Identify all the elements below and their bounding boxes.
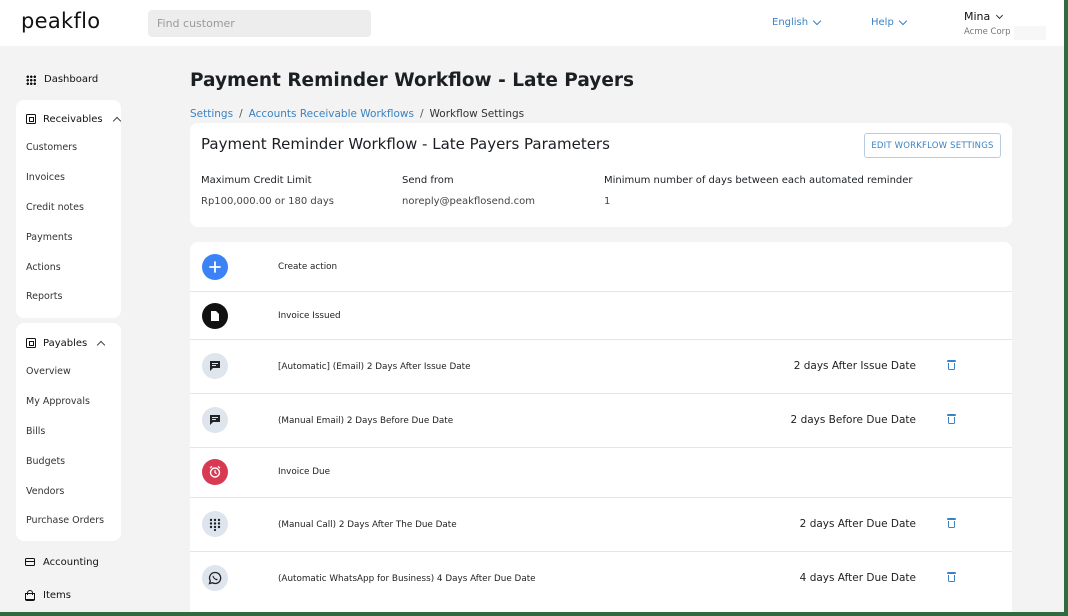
workflow-parameters-card: Payment Reminder Workflow - Late Payers … [190, 123, 1012, 227]
sidebar-item-budgets[interactable]: Budgets [16, 446, 121, 476]
language-label: English [772, 17, 809, 28]
user-organization: Acme Corp [964, 27, 1011, 37]
sidebar-item-overview[interactable]: Overview [16, 357, 121, 387]
help-menu[interactable]: Help [871, 16, 908, 28]
param-value: 1 [604, 196, 611, 207]
sidebar-section-receivables[interactable]: Receivables [16, 109, 121, 129]
workflow-steps-list: Create action Invoice Issued [Automatic]… [190, 242, 1012, 612]
step-label: (Manual Call) 2 Days After The Due Date [278, 520, 457, 530]
basket-icon [25, 590, 35, 601]
chat-icon [202, 353, 228, 379]
chevron-up-icon [112, 116, 121, 125]
chevron-down-icon [996, 11, 1004, 19]
step-timing: 2 days After Due Date [799, 518, 916, 530]
grid-icon [26, 74, 36, 85]
chevron-down-icon [898, 16, 908, 26]
breadcrumb-separator: / [239, 108, 243, 120]
step-label: (Automatic WhatsApp for Business) 4 Days… [278, 574, 536, 584]
chat-icon [202, 407, 228, 433]
step-invoice-due: Invoice Due [190, 448, 1012, 498]
breadcrumb-workflows[interactable]: Accounts Receivable Workflows [249, 108, 414, 120]
receivables-icon [26, 114, 36, 124]
sidebar-item-items[interactable]: Items [16, 588, 121, 602]
step-label: [Automatic] (Email) 2 Days After Issue D… [278, 362, 471, 372]
sidebar-receivables-group: Receivables Customers Invoices Credit no… [16, 100, 121, 318]
param-value: Rp100,000.00 or 180 days [201, 196, 335, 207]
trash-icon[interactable] [947, 572, 956, 583]
chevron-up-icon [97, 340, 106, 349]
top-bar: peakflo English Help Mina Acme Corp [0, 0, 1064, 46]
credit-card-icon [25, 558, 35, 566]
step-timing: 4 days After Due Date [799, 572, 916, 584]
help-label: Help [871, 17, 894, 28]
trash-icon[interactable] [947, 360, 956, 371]
app-window: peakflo English Help Mina Acme Corp Dash… [0, 0, 1064, 612]
breadcrumb-separator: / [419, 108, 424, 120]
step-whatsapp[interactable]: (Automatic WhatsApp for Business) 4 Days… [190, 552, 1012, 606]
sidebar-item-reports[interactable]: Reports [16, 282, 121, 312]
user-menu[interactable]: Mina Acme Corp [964, 10, 1011, 37]
chevron-down-icon [812, 16, 822, 26]
sidebar-item-payments[interactable]: Payments [16, 222, 121, 252]
step-label: Invoice Due [278, 467, 331, 477]
param-send-from: Send from noreply@peakflosend.com [402, 175, 535, 207]
param-label: Maximum Credit Limit [201, 175, 312, 186]
edit-workflow-settings-button[interactable]: EDIT WORKFLOW SETTINGS [864, 133, 1001, 158]
step-manual-call[interactable]: (Manual Call) 2 Days After The Due Date … [190, 498, 1012, 552]
user-name: Mina [964, 10, 991, 23]
step-invoice-issued: Invoice Issued [190, 292, 1012, 340]
breadcrumb: Settings / Accounts Receivable Workflows… [190, 108, 524, 120]
search-input[interactable] [148, 10, 371, 37]
alarm-clock-icon [202, 459, 228, 485]
sidebar-section-label: Receivables [43, 113, 103, 125]
sidebar-item-label: Dashboard [44, 74, 99, 85]
step-label: Create action [278, 262, 338, 272]
step-manual-email[interactable]: (Manual Email) 2 Days Before Due Date 2 … [190, 394, 1012, 448]
parameters-title: Payment Reminder Workflow - Late Payers … [201, 135, 610, 153]
dialpad-icon [202, 511, 228, 537]
sidebar-item-dashboard[interactable]: Dashboard [16, 66, 121, 93]
page-title: Payment Reminder Workflow - Late Payers [190, 70, 635, 91]
peakflo-logo[interactable]: peakflo [21, 9, 100, 33]
breadcrumb-current: Workflow Settings [429, 108, 525, 120]
plus-icon[interactable] [202, 254, 228, 280]
trash-icon[interactable] [947, 518, 956, 529]
sidebar-item-customers[interactable]: Customers [16, 133, 121, 163]
param-label: Send from [402, 175, 454, 186]
sidebar-item-label: Accounting [43, 556, 99, 568]
sidebar-item-vendors[interactable]: Vendors [16, 476, 121, 506]
step-timing: 2 days After Issue Date [793, 360, 916, 372]
param-label: Minimum number of days between each auto… [604, 175, 913, 186]
payables-icon [26, 338, 36, 348]
sidebar-section-label: Payables [43, 337, 88, 349]
whatsapp-icon [202, 565, 228, 591]
sidebar-item-bills[interactable]: Bills [16, 417, 121, 447]
sidebar-item-invoices[interactable]: Invoices [16, 163, 121, 193]
sidebar-item-purchase-orders[interactable]: Purchase Orders [16, 506, 121, 536]
sidebar-payables-group: Payables Overview My Approvals Bills Bud… [16, 323, 121, 541]
sidebar-item-my-approvals[interactable]: My Approvals [16, 387, 121, 417]
param-credit-limit: Maximum Credit Limit Rp100,000.00 or 180… [201, 175, 334, 207]
sidebar-item-actions[interactable]: Actions [16, 252, 121, 282]
step-create-action[interactable]: Create action [190, 242, 1012, 292]
sidebar-item-accounting[interactable]: Accounting [16, 555, 121, 569]
param-min-days: Minimum number of days between each auto… [604, 175, 913, 207]
breadcrumb-settings[interactable]: Settings [190, 108, 233, 120]
header-placeholder-box [1014, 26, 1046, 40]
sidebar-item-label: Items [43, 589, 71, 601]
trash-icon[interactable] [947, 414, 956, 425]
sidebar-item-credit-notes[interactable]: Credit notes [16, 193, 121, 223]
sidebar-section-payables[interactable]: Payables [16, 333, 121, 353]
step-label: Invoice Issued [278, 311, 341, 321]
step-timing: 2 days Before Due Date [790, 414, 916, 426]
language-selector[interactable]: English [772, 16, 822, 28]
step-automatic-email[interactable]: [Automatic] (Email) 2 Days After Issue D… [190, 340, 1012, 394]
step-label: (Manual Email) 2 Days Before Due Date [278, 416, 454, 426]
document-icon [202, 303, 228, 329]
param-value: noreply@peakflosend.com [402, 196, 535, 207]
